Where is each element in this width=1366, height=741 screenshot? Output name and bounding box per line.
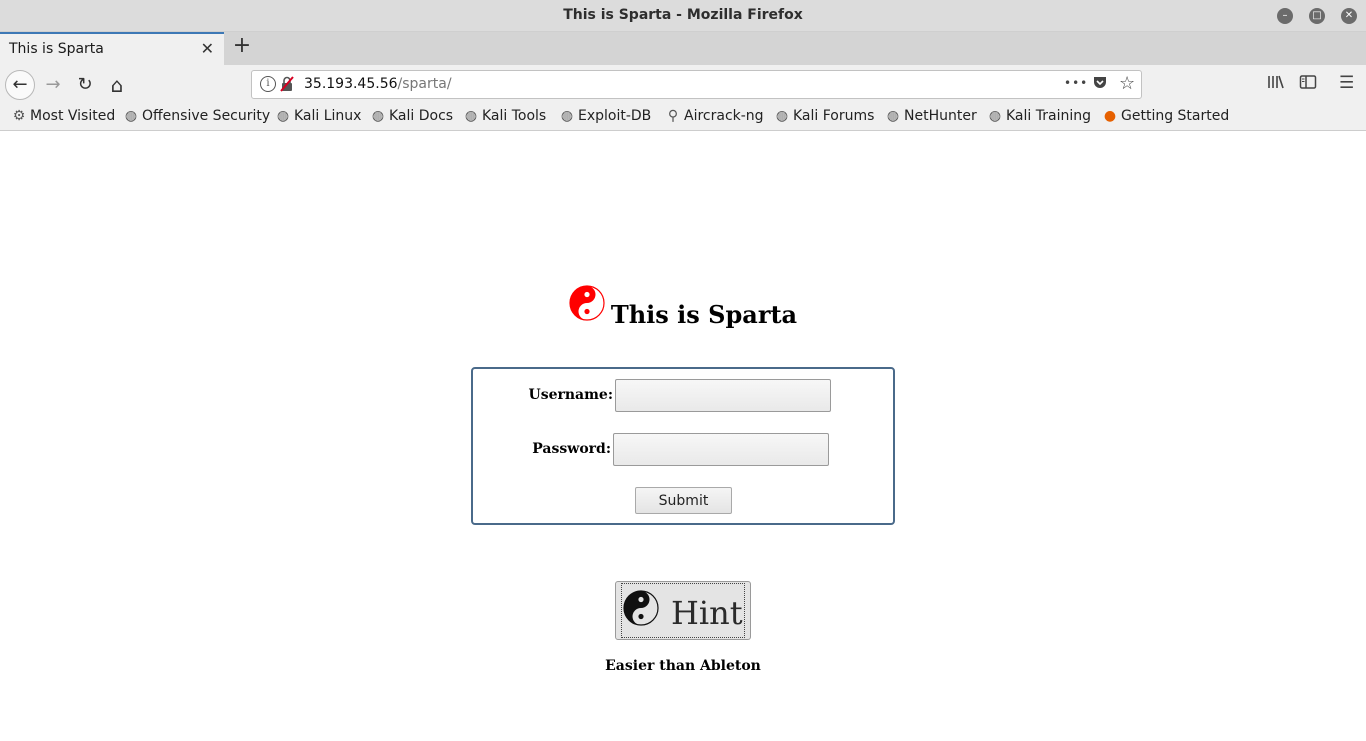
antenna-icon: ⚲ (667, 108, 679, 124)
bookmark-label: Aircrack-ng (684, 108, 764, 124)
url-host: 35.193.45.56 (304, 76, 398, 92)
home-button[interactable]: ⌂ (103, 71, 131, 99)
insecure-lock-svg (280, 76, 294, 92)
reload-button[interactable]: ↻ (71, 71, 99, 99)
bookmark-label: Kali Docs (389, 108, 454, 124)
insecure-lock-icon[interactable] (280, 76, 294, 96)
bookmark-star-icon[interactable]: ☆ (1119, 73, 1135, 94)
username-label: Username: (528, 387, 613, 403)
forward-button[interactable]: → (39, 71, 67, 99)
minimize-button[interactable]: – (1277, 8, 1293, 24)
bookmarks-toolbar: ⚙ Most Visited ◍ Offensive Security ◍ Kali … (0, 104, 1366, 131)
bookmark-label: Offensive Security (142, 108, 271, 124)
tab-bar: This is Sparta ✕ + (0, 32, 1366, 65)
bookmark-label: Kali Forums (793, 108, 875, 124)
globe-icon: ◍ (276, 108, 290, 124)
bookmark-label: Getting Started (1121, 108, 1230, 124)
pocket-svg (1094, 77, 1106, 88)
page-actions-icon[interactable]: ••• (1064, 76, 1088, 90)
bookmark-nethunter[interactable]: ◍ NetHunter (886, 108, 977, 124)
bookmark-offensive-security[interactable]: ◍ Offensive Security (124, 108, 270, 124)
login-form: Username: Password: Submit (471, 367, 895, 525)
globe-icon: ◍ (775, 108, 789, 124)
bookmark-kali-tools[interactable]: ◍ Kali Tools (464, 108, 546, 124)
library-icon[interactable] (1267, 74, 1285, 94)
globe-icon: ◍ (124, 108, 138, 124)
bookmark-kali-linux[interactable]: ◍ Kali Linux (276, 108, 362, 124)
username-input[interactable] (615, 379, 831, 412)
globe-icon: ◍ (560, 108, 574, 124)
bookmark-kali-forums[interactable]: ◍ Kali Forums (775, 108, 875, 124)
bookmark-label: Exploit-DB (578, 108, 652, 124)
bookmark-label: Kali Tools (482, 108, 547, 124)
tab-title: This is Sparta (9, 41, 104, 57)
bookmark-most-visited[interactable]: ⚙ Most Visited (12, 108, 116, 124)
menu-icon[interactable]: ☰ (1339, 73, 1354, 93)
submit-button[interactable]: Submit (635, 487, 732, 514)
globe-icon: ◍ (886, 108, 900, 124)
url-path: /sparta/ (397, 76, 452, 92)
yin-yang-icon (623, 590, 659, 626)
page-content: This is Sparta Username: Password: Submi… (0, 131, 1366, 741)
back-button[interactable]: ← (5, 70, 35, 100)
globe-icon: ◍ (988, 108, 1002, 124)
url-text[interactable]: 35.193.45.56/sparta/ (304, 76, 452, 92)
globe-icon: ◍ (371, 108, 385, 124)
maximize-button[interactable]: □ (1309, 8, 1325, 24)
url-bar[interactable]: i 35.193.45.56/sparta/ ••• ☆ (251, 70, 1142, 99)
library-svg (1268, 75, 1284, 89)
firefox-icon: ● (1103, 108, 1117, 124)
page-title: This is Sparta (610, 300, 798, 329)
hint-caption: Easier than Ableton (605, 658, 761, 674)
bookmark-label: NetHunter (904, 108, 977, 124)
pocket-icon[interactable] (1092, 74, 1108, 94)
password-label: Password: (532, 441, 611, 457)
page-heading: This is Sparta (0, 285, 1366, 329)
sidebar-svg (1299, 75, 1317, 89)
bookmark-label: Most Visited (30, 108, 116, 124)
sidebar-icon[interactable] (1299, 74, 1317, 94)
hint-label: Hint (671, 594, 743, 632)
hint-button[interactable]: Hint (615, 581, 751, 640)
close-window-button[interactable]: ✕ (1341, 8, 1357, 24)
window-titlebar: This is Sparta - Mozilla Firefox – □ ✕ (0, 0, 1366, 32)
navigation-toolbar: ← → ↻ ⌂ i 35.193.45.56/sparta/ ••• ☆ ☰ (0, 65, 1366, 104)
gear-icon: ⚙ (12, 108, 26, 124)
bookmark-getting-started[interactable]: ● Getting Started (1103, 108, 1229, 124)
yin-yang-icon (569, 285, 605, 321)
bookmark-kali-training[interactable]: ◍ Kali Training (988, 108, 1091, 124)
tab-close-icon[interactable]: ✕ (201, 39, 214, 58)
password-input[interactable] (613, 433, 829, 466)
bookmark-kali-docs[interactable]: ◍ Kali Docs (371, 108, 453, 124)
site-info-icon[interactable]: i (260, 76, 276, 92)
bookmark-aircrack-ng[interactable]: ⚲ Aircrack-ng (666, 108, 764, 124)
bookmark-exploit-db[interactable]: ◍ Exploit-DB (560, 108, 651, 124)
bookmark-label: Kali Linux (294, 108, 362, 124)
window-title: This is Sparta - Mozilla Firefox (563, 7, 803, 23)
bookmark-label: Kali Training (1006, 108, 1091, 124)
globe-icon: ◍ (464, 108, 478, 124)
tab-this-is-sparta[interactable]: This is Sparta ✕ (0, 32, 224, 65)
new-tab-button[interactable]: + (231, 35, 253, 59)
